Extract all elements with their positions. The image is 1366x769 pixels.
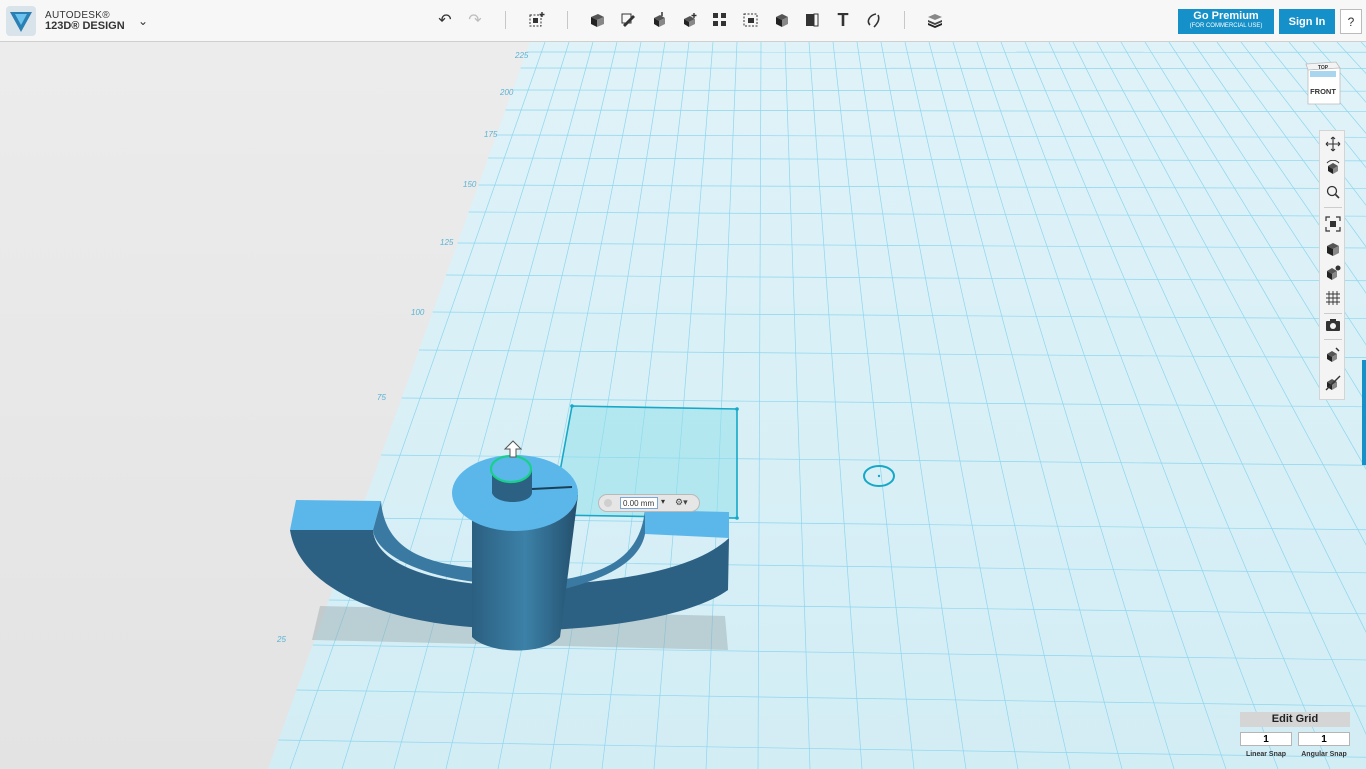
hide-button[interactable] [1323,373,1343,393]
zoom-icon [1326,185,1340,199]
materials-view-icon [1327,347,1340,362]
view-icon [1327,243,1339,256]
transform-icon [529,12,545,27]
grid-view-button[interactable] [1323,288,1343,308]
zoom-button[interactable] [1323,182,1343,202]
visibility-icon [1327,265,1341,280]
measure-button[interactable] [800,9,824,31]
autodesk-logo-icon[interactable] [6,6,36,36]
toolbar-divider [904,11,905,29]
grid-label-25: 25 [276,635,286,644]
sign-in-button[interactable]: Sign In [1279,9,1335,34]
construct-icon [654,12,665,27]
redo-button[interactable]: ↷ [463,9,487,31]
grid-label-200: 200 [499,88,514,97]
snap-icon [867,13,880,28]
linear-snap-label: Linear Snap [1245,751,1287,758]
grid-label-225: 225 [514,51,529,60]
primitives-button[interactable] [585,9,609,31]
drag-handle-icon[interactable] [604,499,612,507]
sketch-vertex[interactable] [570,404,574,408]
grid-label-125: 125 [440,238,454,247]
snap-button[interactable] [862,9,886,31]
pattern-icon [713,13,726,26]
units-dropdown-icon[interactable]: ▾ [661,497,665,506]
primitives-icon [591,14,604,27]
toolbar-divider [567,11,568,29]
top-toolbar: AUTODESK® 123D® DESIGN ⌄ ↶ ↷ T Go Premiu… [0,0,1366,42]
sketch-vertex[interactable] [735,516,739,520]
viewcube-front-label: FRONT [1310,87,1336,96]
screenshot-icon [1326,319,1340,331]
measure-icon [806,13,819,27]
visibility-button[interactable] [1323,263,1343,283]
transform-button[interactable] [525,9,549,31]
grid-label-175: 175 [484,130,498,139]
left-wing-top [290,500,381,530]
premium-label: Go Premium [1193,10,1259,22]
sketch-icon [621,13,635,27]
combine-icon [776,14,788,27]
nav-divider [1324,313,1342,314]
brand-line2: 123D® DESIGN [45,20,125,32]
construct-button[interactable] [647,9,671,31]
viewcube-highlight [1310,71,1336,77]
text-button[interactable]: T [831,9,855,31]
orbit-button[interactable] [1323,158,1343,178]
combine-button[interactable] [770,9,794,31]
grouping-button[interactable] [739,9,763,31]
sketch-button[interactable] [617,9,641,31]
materials-icon [928,14,942,28]
dimension-input[interactable] [620,497,658,509]
linear-snap-input[interactable] [1240,732,1292,746]
sketch-vertex[interactable] [735,407,739,411]
fit-icon [1325,216,1341,232]
angular-snap-label: Angular Snap [1301,751,1347,758]
side-panel-tab[interactable] [1362,360,1366,465]
navigation-bar [1319,130,1345,400]
modify-icon [684,13,697,27]
nav-divider [1324,339,1342,340]
nav-divider [1324,207,1342,208]
grid-settings-panel: Edit Grid Linear Snap Angular Snap [1240,712,1350,758]
go-premium-button[interactable]: Go Premium (FOR COMMERCIAL USE) [1178,9,1274,34]
materials-button[interactable] [923,9,947,31]
undo-button[interactable]: ↶ [433,9,457,31]
premium-sublabel: (FOR COMMERCIAL USE) [1189,23,1263,29]
fit-button[interactable] [1323,214,1343,234]
orbit-icon [1326,160,1340,174]
settings-gear-icon[interactable]: ⚙▾ [675,497,688,508]
screenshot-button[interactable] [1323,315,1343,335]
dimension-input-bar: ▾ ⚙▾ [598,494,700,512]
boss-top-face-selected[interactable] [489,454,533,484]
angular-snap-input[interactable] [1298,732,1350,746]
brand: AUTODESK® 123D® DESIGN [45,10,125,32]
redo-icon: ↷ [468,12,482,29]
workspace-canvas[interactable]: 225 200 175 150 125 100 75 25 [0,42,1366,769]
pan-button[interactable] [1323,134,1343,154]
circle-center-point [877,474,881,478]
grid-label-150: 150 [463,180,477,189]
text-icon: T [837,9,849,30]
grouping-icon [743,13,758,27]
grid-label-75: 75 [377,393,386,402]
grid-view-icon [1326,291,1340,305]
app-menu-chevron-icon[interactable]: ⌄ [138,14,148,28]
hide-icon [1325,375,1341,391]
materials-view-button[interactable] [1323,345,1343,365]
help-button[interactable]: ? [1340,9,1362,34]
viewcube-top-label: TOP [1318,65,1329,71]
view-cube[interactable]: TOP FRONT [1302,58,1342,106]
pattern-button[interactable] [708,9,732,31]
undo-icon: ↶ [438,12,452,29]
toolbar-divider [505,11,506,29]
grid-label-100: 100 [411,308,425,317]
view-button[interactable] [1323,239,1343,259]
modify-button[interactable] [678,9,702,31]
pan-icon [1325,136,1341,152]
edit-grid-button[interactable]: Edit Grid [1240,712,1350,727]
right-wing-top [645,510,729,538]
